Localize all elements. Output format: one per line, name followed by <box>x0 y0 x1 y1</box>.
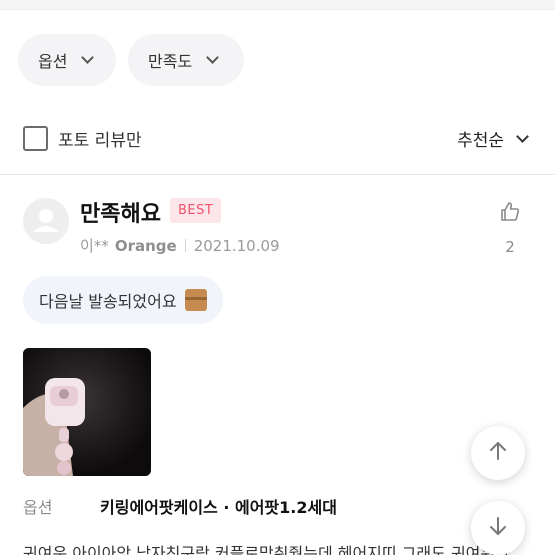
scroll-down-button[interactable] <box>471 501 525 555</box>
arrow-down-icon <box>486 514 510 542</box>
chevron-down-icon <box>516 129 529 143</box>
checkbox-empty-icon[interactable] <box>23 126 48 151</box>
review-title: 만족해요 <box>80 202 161 227</box>
best-badge: BEST <box>170 198 222 223</box>
user-avatar-icon <box>23 198 69 244</box>
sort-dropdown[interactable]: 추천순 <box>457 126 529 151</box>
like-button[interactable]: 2 <box>495 200 525 256</box>
review-tag: 다음날 발송되었어요 <box>23 276 223 324</box>
like-count: 2 <box>505 238 515 256</box>
review-author: 이** <box>80 237 109 255</box>
review-photo[interactable] <box>23 348 151 476</box>
chevron-down-icon <box>206 51 220 64</box>
top-strip <box>0 0 555 10</box>
review-tag-label: 다음날 발송되었어요 <box>39 292 177 311</box>
satisfaction-filter-chip[interactable]: 만족도 <box>128 34 244 86</box>
thumbs-up-icon <box>498 202 522 228</box>
purchased-option-value: 키링에어팟케이스 · 에어팟1.2세대 <box>100 498 337 517</box>
photo-review-only-toggle[interactable]: 포토 리뷰만 <box>23 126 142 151</box>
review-option-short: Orange <box>114 236 177 255</box>
divider <box>0 174 555 175</box>
scroll-up-button[interactable] <box>471 426 525 480</box>
arrow-up-icon <box>486 439 510 467</box>
review-body: 귀여운 아이아앙 남자친구랑 커플로맞춰줬는데 헤어지띠 그래도 귀여워가 <box>23 544 510 555</box>
review-meta: 이** Orange 2021.10.09 <box>80 235 280 256</box>
option-filter-chip[interactable]: 옵션 <box>18 34 116 86</box>
photo-review-only-label: 포토 리뷰만 <box>58 131 142 151</box>
chevron-down-icon <box>81 51 95 64</box>
meta-separator <box>184 239 186 252</box>
package-box-icon <box>184 289 207 311</box>
review-date: 2021.10.09 <box>193 236 280 255</box>
purchased-option-row: 옵션 키링에어팟케이스 · 에어팟1.2세대 <box>23 494 337 518</box>
satisfaction-filter-label: 만족도 <box>148 52 193 71</box>
sort-label: 추천순 <box>457 131 504 151</box>
option-filter-label: 옵션 <box>38 52 68 71</box>
purchased-option-key: 옵션 <box>23 498 53 517</box>
